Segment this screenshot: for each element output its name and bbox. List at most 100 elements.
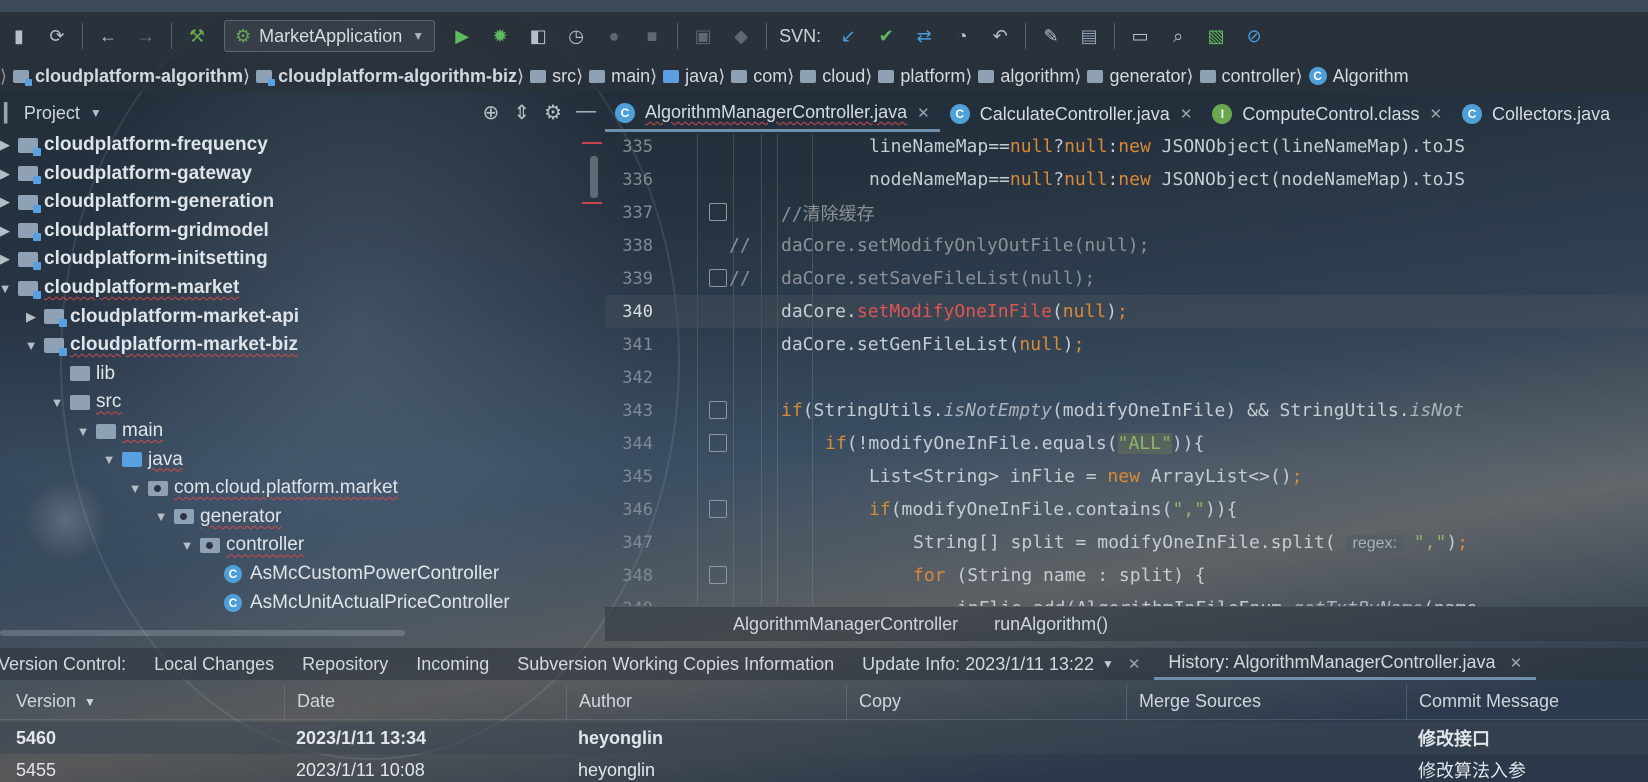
- version-control-tab[interactable]: Incoming: [402, 654, 503, 675]
- tree-item[interactable]: ▼ java: [100, 445, 183, 475]
- breadcrumb-item[interactable]: platform: [872, 66, 965, 87]
- coverage-icon[interactable]: ◧: [525, 23, 551, 49]
- close-icon[interactable]: ✕: [1429, 105, 1442, 123]
- activity-monitor-icon[interactable]: ▧: [1203, 23, 1229, 49]
- fold-marker-icon[interactable]: [709, 500, 727, 518]
- run-icon[interactable]: ▶: [449, 23, 475, 49]
- code-line[interactable]: 336 nodeNameMap==null?null:new JSONObject…: [605, 163, 1648, 196]
- breadcrumb-item[interactable]: cloudplatform-algorithm-biz: [250, 66, 517, 87]
- editor-tab[interactable]: C Collectors.java: [1452, 96, 1620, 132]
- column-header[interactable]: Copy: [846, 683, 901, 720]
- debug-icon[interactable]: ✹: [487, 23, 513, 49]
- expand-arrow-icon[interactable]: ▼: [0, 281, 14, 296]
- column-header[interactable]: Commit Message: [1406, 683, 1559, 720]
- expand-arrow-icon[interactable]: ▼: [22, 338, 40, 353]
- svn-compare-icon[interactable]: ⇄: [911, 23, 937, 49]
- code-line[interactable]: 341 daCore.setGenFileList(null);: [605, 328, 1648, 361]
- tree-item[interactable]: ▼ src: [48, 387, 122, 417]
- code-line[interactable]: 335 lineNameMap==null?null:new JSONObject…: [605, 134, 1648, 163]
- gear-icon[interactable]: ⚙: [544, 100, 562, 125]
- back-icon[interactable]: ←: [95, 23, 121, 49]
- fold-marker-icon[interactable]: [709, 566, 727, 584]
- breadcrumb-item[interactable]: cloud: [794, 66, 865, 87]
- fold-marker-icon[interactable]: [709, 401, 727, 419]
- fold-marker-icon[interactable]: [709, 203, 727, 221]
- fold-marker-icon[interactable]: [709, 269, 727, 287]
- version-control-tab[interactable]: History: AlgorithmManagerController.java…: [1154, 648, 1537, 680]
- close-icon[interactable]: ✕: [1128, 655, 1141, 673]
- editor-crumb-method[interactable]: runAlgorithm(): [994, 614, 1108, 635]
- breadcrumb-item[interactable]: algorithm: [972, 66, 1074, 87]
- version-control-tab[interactable]: Update Info: 2023/1/11 13:22 ▼ ✕: [848, 654, 1154, 675]
- collapse-arrow-icon[interactable]: ▶: [0, 166, 14, 182]
- code-line[interactable]: 348 for (String name : split) {: [605, 559, 1648, 592]
- tree-item[interactable]: ▼ main: [74, 416, 164, 446]
- code-line[interactable]: 345 List<String> inFlie = new ArrayList<>…: [605, 460, 1648, 493]
- breadcrumb-item[interactable]: com: [725, 66, 787, 87]
- code-line[interactable]: 342: [605, 361, 1648, 394]
- history-row[interactable]: 5455 2023/1/11 10:08 heyonglin 修改算法入参: [0, 754, 1648, 782]
- code-line[interactable]: 337 //清除缓存: [605, 196, 1648, 229]
- editor-crumb-class[interactable]: AlgorithmManagerController: [733, 614, 958, 635]
- tree-item[interactable]: ▼ generator: [152, 502, 282, 532]
- tree-item[interactable]: lib: [48, 359, 115, 389]
- collapse-arrow-icon[interactable]: ▶: [22, 309, 40, 325]
- tree-item[interactable]: ▼ cloudplatform-market-biz: [22, 330, 298, 360]
- settings-wrench-icon[interactable]: ✎: [1038, 23, 1064, 49]
- locate-icon[interactable]: ⊕: [483, 100, 500, 125]
- close-icon[interactable]: ✕: [917, 104, 930, 122]
- breadcrumb-item[interactable]: cloudplatform-algorithm: [7, 66, 243, 87]
- version-control-tab[interactable]: Local Changes: [140, 654, 288, 675]
- close-icon[interactable]: ✕: [1180, 105, 1193, 123]
- column-header[interactable]: Version ▼: [16, 684, 96, 720]
- chevron-down-icon[interactable]: ▼: [90, 106, 102, 120]
- project-panel-title[interactable]: Project: [24, 103, 80, 124]
- version-control-tab[interactable]: Subversion Working Copies Information: [503, 654, 848, 675]
- history-row[interactable]: 5460 2023/1/11 13:34 heyonglin 修改接口: [0, 722, 1648, 754]
- breadcrumb-item[interactable]: java: [657, 66, 718, 87]
- code-line[interactable]: 339 // daCore.setSaveFileList(null);: [605, 262, 1648, 295]
- close-icon[interactable]: ✕: [1510, 654, 1523, 672]
- fold-marker-icon[interactable]: [709, 434, 727, 452]
- version-control-tab[interactable]: Repository: [288, 654, 402, 675]
- tree-item[interactable]: ▶ cloudplatform-initsetting: [0, 244, 268, 274]
- tree-item[interactable]: C AsMcCustomPowerController: [204, 559, 499, 589]
- profile-icon[interactable]: ◷: [563, 23, 589, 49]
- sort-desc-icon[interactable]: ▼: [84, 695, 96, 709]
- expand-arrow-icon[interactable]: ▼: [100, 452, 118, 467]
- svn-update-icon[interactable]: ↙: [835, 23, 861, 49]
- tree-item[interactable]: C AsMcUnitActualPriceController: [204, 588, 510, 618]
- run-configuration-select[interactable]: ⚙ MarketApplication ▼: [224, 20, 436, 52]
- column-header[interactable]: Author: [566, 683, 632, 720]
- collapse-all-icon[interactable]: ⇕: [513, 100, 530, 125]
- column-header[interactable]: Merge Sources: [1126, 683, 1261, 720]
- code-editor[interactable]: 335 lineNameMap==null?null:new JSONObject…: [605, 134, 1648, 606]
- attach-icon[interactable]: ●: [601, 23, 627, 49]
- tree-item[interactable]: ▼ cloudplatform-market: [0, 273, 239, 303]
- collapse-arrow-icon[interactable]: ▶: [0, 137, 14, 153]
- collapse-arrow-icon[interactable]: ▶: [0, 223, 14, 239]
- build-hammer-icon[interactable]: ⚒: [184, 23, 210, 49]
- breadcrumb-item[interactable]: C Algorithm: [1303, 66, 1409, 87]
- disable-icon[interactable]: ⊘: [1241, 23, 1267, 49]
- svn-commit-icon[interactable]: ✔: [873, 23, 899, 49]
- code-line[interactable]: 343 if(StringUtils.isNotEmpty(modifyOneIn…: [605, 394, 1648, 427]
- forward-icon[interactable]: →: [133, 23, 159, 49]
- project-horizontal-scrollbar[interactable]: [0, 630, 405, 636]
- stop-icon[interactable]: ■: [639, 23, 665, 49]
- expand-arrow-icon[interactable]: ▼: [152, 509, 170, 524]
- column-header[interactable]: Date: [284, 683, 335, 720]
- tree-item[interactable]: ▶ cloudplatform-gateway: [0, 159, 252, 189]
- expand-arrow-icon[interactable]: ▼: [126, 481, 144, 496]
- collapse-arrow-icon[interactable]: ▶: [0, 251, 14, 267]
- tree-item[interactable]: ▼ com.cloud.platform.market: [126, 473, 398, 503]
- chevron-down-icon[interactable]: ▼: [1102, 657, 1114, 671]
- expand-arrow-icon[interactable]: ▼: [74, 424, 92, 439]
- sdk-icon[interactable]: ◆: [728, 23, 754, 49]
- code-line[interactable]: 340 daCore.setModifyOneInFile(null);: [605, 295, 1648, 328]
- code-line[interactable]: 338 // daCore.setModifyOnlyOutFile(null);: [605, 229, 1648, 262]
- project-structure-icon[interactable]: ▣: [690, 23, 716, 49]
- breadcrumb-item[interactable]: main: [583, 66, 650, 87]
- editor-tab[interactable]: C AlgorithmManagerController.java ✕: [605, 96, 940, 132]
- breadcrumb-item[interactable]: generator: [1081, 66, 1187, 87]
